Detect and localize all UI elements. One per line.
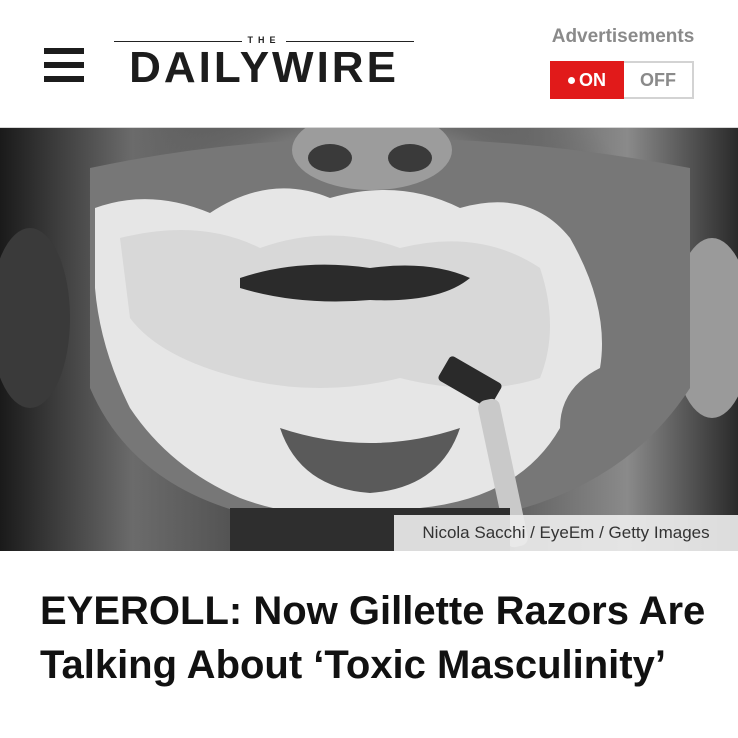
logo-wordmark: DAILYWIRE — [129, 43, 399, 92]
site-header: THE DAILYWIRE Advertisements ON OFF — [0, 0, 738, 128]
ads-toggle[interactable]: ON OFF — [550, 61, 694, 99]
ads-on-label: ON — [579, 69, 606, 90]
logo-rule-right — [286, 41, 414, 42]
logo-rule-left — [114, 41, 242, 42]
ads-toggle-group: Advertisements ON OFF — [548, 26, 698, 99]
ads-off-label: OFF — [640, 69, 676, 90]
hero-image[interactable]: Nicola Sacchi / EyeEm / Getty Images — [0, 128, 738, 551]
ads-off-button[interactable]: OFF — [624, 63, 692, 97]
ads-label: Advertisements — [551, 26, 695, 47]
article-headline[interactable]: EYEROLL: Now Gillette Razors Are Talking… — [40, 584, 710, 692]
ads-on-button[interactable]: ON — [550, 61, 624, 99]
on-indicator-icon — [568, 76, 575, 84]
hero-photo-illustration — [0, 128, 738, 551]
site-logo[interactable]: THE DAILYWIRE — [114, 34, 414, 90]
hamburger-menu-icon[interactable] — [44, 48, 84, 82]
photo-credit: Nicola Sacchi / EyeEm / Getty Images — [394, 515, 738, 551]
